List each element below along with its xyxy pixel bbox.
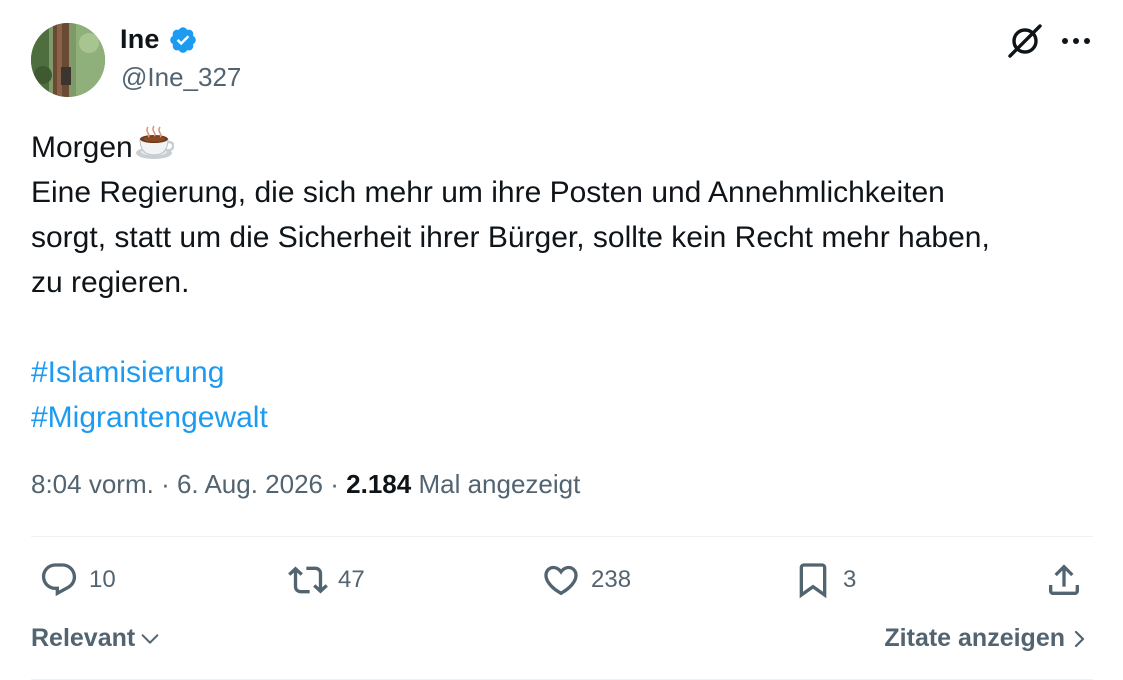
avatar[interactable] <box>31 23 105 97</box>
like-button[interactable]: 238 <box>541 560 631 600</box>
repost-button[interactable]: 47 <box>288 560 365 600</box>
sort-label: Relevant <box>31 624 136 652</box>
share-icon <box>1049 564 1079 595</box>
tweet-meta: 8:04 vorm. · 6. Aug. 2026 · 2.184 Mal an… <box>31 469 580 500</box>
tweet-time[interactable]: 8:04 vorm. <box>31 469 154 499</box>
like-count: 238 <box>591 566 632 593</box>
divider <box>31 536 1093 537</box>
bookmark-icon <box>799 563 827 599</box>
repost-count: 47 <box>338 566 365 593</box>
tweet-greeting: Morgen <box>31 131 133 164</box>
share-button[interactable] <box>1044 560 1084 600</box>
author-handle[interactable]: @Ine_327 <box>121 62 241 93</box>
tweet-line: Eine Regierung, die sich mehr um ihre Po… <box>31 176 945 209</box>
meta-separator: · <box>161 469 170 499</box>
views-count: 2.184 <box>346 469 412 499</box>
more-options-icon[interactable] <box>1059 26 1093 56</box>
sort-dropdown[interactable]: Relevant <box>31 624 161 653</box>
hashtag-link[interactable]: #Migrantengewalt <box>31 395 268 440</box>
tweet-text: Morgen Eine Regierung, die sich mehr um … <box>31 123 1101 440</box>
action-bar: 10 47 238 3 <box>0 560 1123 604</box>
reply-count: 10 <box>89 566 116 593</box>
chevron-right-icon <box>1074 630 1085 647</box>
verified-badge-icon <box>168 25 198 55</box>
quotes-label: Zitate anzeigen <box>884 624 1065 652</box>
bookmark-count: 3 <box>843 566 857 593</box>
tweet-greeting-line: Morgen <box>31 123 1101 170</box>
grok-icon[interactable] <box>1006 22 1044 60</box>
hashtag-link[interactable]: #Islamisierung <box>31 350 224 395</box>
view-quotes-link[interactable]: Zitate anzeigen <box>884 624 1087 653</box>
heart-icon <box>544 565 578 596</box>
repost-icon <box>288 566 328 594</box>
chevron-down-icon <box>141 633 159 644</box>
reply-button[interactable]: 10 <box>39 560 116 600</box>
tweet-date[interactable]: 6. Aug. 2026 <box>177 469 323 499</box>
views-label: Mal angezeigt <box>418 469 581 499</box>
coffee-cup-icon <box>134 123 175 163</box>
tweet-line: sorgt, statt um die Sicherheit ihrer Bür… <box>31 221 990 254</box>
author-name[interactable]: Ine <box>120 24 160 55</box>
meta-separator: · <box>330 469 339 499</box>
tweet-line: zu regieren. <box>31 266 190 299</box>
reply-icon <box>41 563 77 597</box>
bookmark-button[interactable]: 3 <box>793 560 856 600</box>
